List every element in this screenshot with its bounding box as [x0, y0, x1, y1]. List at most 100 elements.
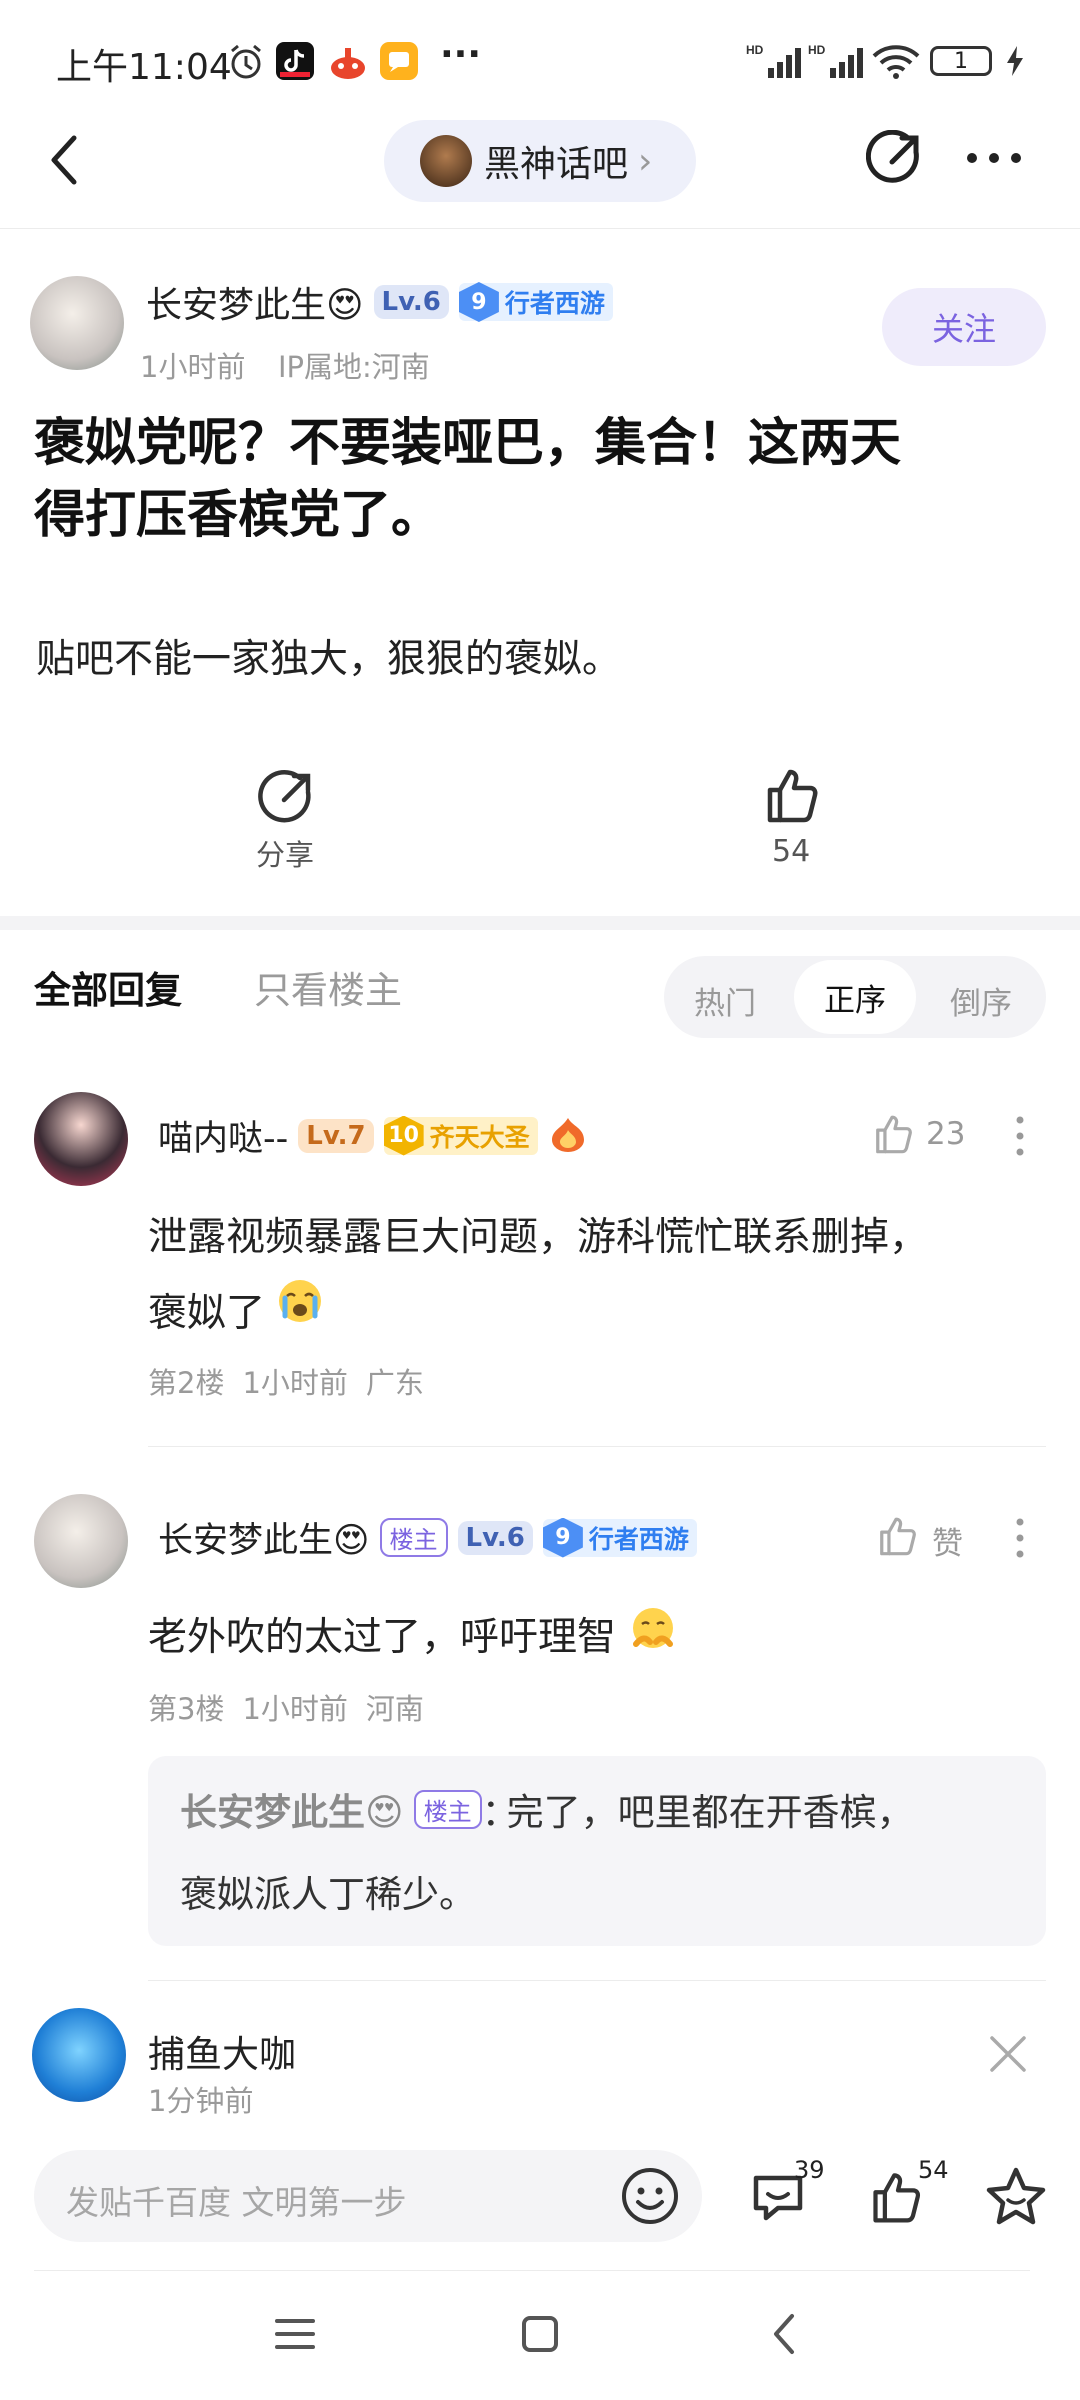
- reply-author-name[interactable]: 长安梦此生😍: [158, 1512, 370, 1563]
- back-button[interactable]: [44, 130, 84, 190]
- system-back-icon[interactable]: [770, 2312, 798, 2356]
- author-name[interactable]: 长安梦此生😍: [146, 276, 364, 328]
- comment-input-placeholder: 发贴千百度 文明第一步: [66, 2183, 407, 2222]
- notification-name: 捕鱼大咖: [148, 2033, 296, 2076]
- reply-avatar[interactable]: [34, 1092, 128, 1186]
- notification-app-icon: [32, 2008, 126, 2102]
- thumbs-up-icon[interactable]: [876, 1512, 922, 1558]
- charging-icon: [1004, 44, 1026, 78]
- reply-like-count: 23: [926, 1116, 966, 1152]
- level-badge: Lv.7: [298, 1118, 374, 1153]
- honor-badge: 9 行者西游: [458, 282, 613, 322]
- honor-level: 9: [458, 282, 499, 322]
- reply-divider: [148, 1980, 1046, 1981]
- wifi-icon: [870, 42, 922, 80]
- alarm-icon: [226, 42, 266, 82]
- battery-level: 1: [954, 48, 968, 74]
- author-avatar[interactable]: [30, 276, 124, 370]
- reply-text-line1: 泄露视频暴露巨大问题，游科慌忙联系删掉，: [148, 1215, 929, 1260]
- emoji-icon[interactable]: [620, 2166, 680, 2226]
- more-options-icon[interactable]: [964, 150, 1024, 166]
- honor-badge: 10 齐天大圣: [383, 1115, 538, 1156]
- op-badge: 楼主: [413, 1789, 482, 1829]
- reply-meta: 第3楼 1小时前 河南: [148, 1686, 424, 1728]
- like-count: 54: [772, 834, 811, 869]
- reply-text: 老外吹的太过了，呼吁理智: [148, 1604, 678, 1664]
- honor-title: 行者西游: [504, 289, 605, 318]
- sort-switcher: 热门 正序 倒序: [664, 956, 1046, 1038]
- post-like-icon[interactable]: [762, 762, 826, 826]
- honor-level: 10: [383, 1115, 424, 1156]
- reply-author-row: 长安梦此生😍 楼主 Lv.6 9 行者西游: [158, 1512, 697, 1563]
- signal-2-icon: HD: [808, 42, 866, 80]
- more-vertical-icon[interactable]: [1014, 1516, 1026, 1560]
- post-time: 1小时前: [140, 350, 246, 384]
- sub-reply-box[interactable]: 长安梦此生😍 楼主 ： 完了，吧里都在开香槟， 褒姒派人丁稀少。: [148, 1756, 1046, 1946]
- bottom-bar: 发贴千百度 文明第一步 39 54: [0, 2124, 1080, 2274]
- honor-title: 行者西游: [588, 1524, 689, 1554]
- crying-emoji-icon: [275, 1276, 325, 1352]
- author-row: 长安梦此生😍 Lv.6 9 行者西游: [146, 276, 613, 328]
- sub-reply-line1: 长安梦此生😍 楼主 ： 完了，吧里都在开香槟，: [180, 1782, 914, 1836]
- post-body: 贴吧不能一家独大，狠狠的褒姒。: [36, 637, 622, 682]
- forum-title-pill[interactable]: 黑神话吧 ›: [384, 120, 696, 202]
- post-ip: IP属地:河南: [278, 350, 430, 384]
- floor-number: 第3楼: [148, 1692, 225, 1726]
- reply-time: 1小时前: [242, 1692, 348, 1726]
- sub-reply-author[interactable]: 长安梦此生😍: [180, 1782, 404, 1836]
- reply-time: 1小时前: [242, 1366, 348, 1400]
- section-separator: [0, 916, 1080, 930]
- forum-avatar: [420, 135, 472, 187]
- svg-text:HD: HD: [746, 43, 764, 57]
- signal-icon: HD: [746, 42, 804, 80]
- chat-app-icon: [380, 42, 418, 80]
- close-icon[interactable]: [988, 2034, 1028, 2074]
- sub-reply-text-line2: 褒姒派人丁稀少。: [180, 1873, 476, 1916]
- sort-asc[interactable]: 正序: [794, 960, 916, 1034]
- post-share-icon[interactable]: [256, 768, 316, 828]
- reply-avatar[interactable]: [34, 1494, 128, 1588]
- floor-number: 第2楼: [148, 1366, 225, 1400]
- share-icon[interactable]: [866, 130, 924, 188]
- share-label[interactable]: 分享: [256, 832, 314, 874]
- nav-divider: [0, 228, 1080, 229]
- notification-time: 1分钟前: [148, 2084, 254, 2118]
- honor-title: 齐天大圣: [429, 1122, 530, 1152]
- fire-badge-icon: [548, 1116, 588, 1156]
- svg-text:HD: HD: [808, 43, 826, 57]
- reply-author-name[interactable]: 喵内哒--: [158, 1110, 288, 1161]
- chevron-right-icon: ›: [638, 140, 653, 182]
- reply-like-label[interactable]: 赞: [932, 1518, 963, 1563]
- honor-badge: 9 行者西游: [542, 1517, 697, 1558]
- level-badge: Lv.6: [457, 1520, 533, 1555]
- favorite-star-icon[interactable]: [984, 2166, 1048, 2228]
- forum-title: 黑神话吧: [484, 144, 629, 185]
- comment-count: 39: [794, 2156, 825, 2184]
- post-title-line2: 得打压香槟党了。: [34, 486, 443, 545]
- thumbs-up-icon[interactable]: [872, 1110, 918, 1156]
- status-time: 上午11:04: [56, 47, 232, 88]
- reply-meta: 第2楼 1小时前 广东: [148, 1360, 424, 1402]
- reply-divider: [148, 1446, 1046, 1447]
- honor-level: 9: [542, 1517, 583, 1558]
- comment-input[interactable]: 发贴千百度 文明第一步: [34, 2150, 702, 2242]
- level-badge: Lv.6: [373, 285, 449, 319]
- reply-text-line: 老外吹的太过了，呼吁理智: [148, 1615, 617, 1660]
- post-title-line1: 褒姒党呢？不要装哑巴，集合！这两天: [34, 414, 902, 473]
- praying-emoji-icon: [628, 1604, 678, 1664]
- reply-text-line2: 褒姒了: [148, 1291, 266, 1336]
- op-badge: 楼主: [379, 1518, 448, 1557]
- tab-all-replies[interactable]: 全部回复: [34, 960, 182, 1014]
- battery-icon: 1: [930, 46, 992, 76]
- like-count-bottom: 54: [918, 2156, 949, 2184]
- home-icon[interactable]: [520, 2314, 560, 2354]
- follow-button[interactable]: 关注: [882, 288, 1046, 366]
- more-vertical-icon[interactable]: [1014, 1114, 1026, 1158]
- sort-desc[interactable]: 倒序: [950, 978, 1012, 1023]
- post-title: 褒姒党呢？不要装哑巴，集合！这两天 得打压香槟党了。: [34, 408, 901, 552]
- notification-banner[interactable]: 捕鱼大咖 1分钟前: [0, 1990, 1080, 2124]
- tab-op-only[interactable]: 只看楼主: [254, 960, 402, 1014]
- menu-icon[interactable]: [274, 2316, 316, 2352]
- reply-author-row: 喵内哒-- Lv.7 10 齐天大圣: [158, 1110, 588, 1161]
- sort-hot[interactable]: 热门: [694, 978, 756, 1023]
